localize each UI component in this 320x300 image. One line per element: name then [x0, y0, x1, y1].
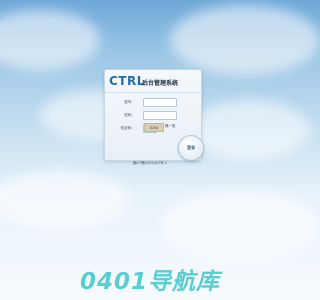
- icp-footer-note: 备ICP备2025/0/7号-1: [132, 161, 168, 165]
- watermark-text: 0401导航库: [79, 269, 220, 295]
- username-label: 账号：: [124, 100, 135, 104]
- login-button[interactable]: 登录: [178, 135, 204, 161]
- login-panel-header: CTRL 后台管理系统: [105, 70, 201, 93]
- captcha-label: 验证码：: [120, 126, 135, 130]
- password-input[interactable]: [143, 111, 177, 120]
- system-title: 后台管理系统: [142, 80, 179, 87]
- logo: CTRL: [109, 74, 145, 88]
- refresh-captcha-link[interactable]: 换一张: [165, 124, 176, 129]
- username-input[interactable]: [143, 98, 177, 107]
- captcha-image[interactable]: KR6: [144, 123, 164, 132]
- password-label: 密码：: [124, 113, 135, 117]
